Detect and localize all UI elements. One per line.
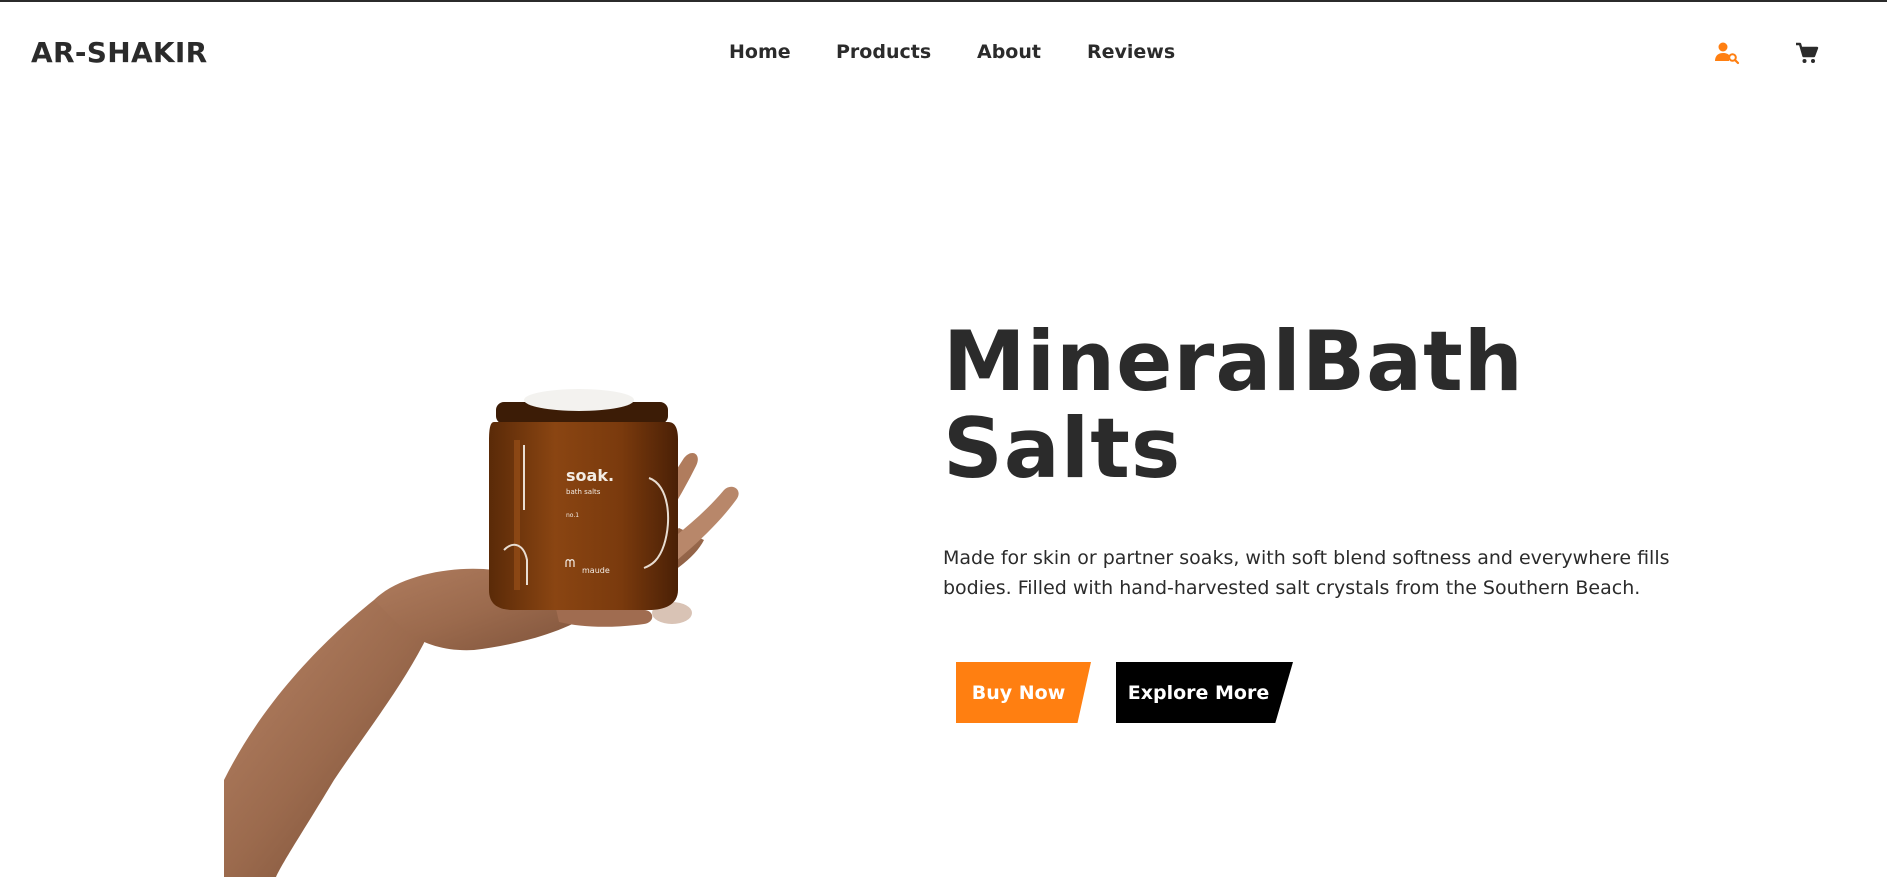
jar-label-subtitle: bath salts (566, 488, 601, 496)
hand-holding-jar-image: soak. bath salts no.1 maude (224, 360, 824, 877)
hero-title-line1: MineralBath (943, 313, 1524, 410)
jar-label-brand: maude (582, 566, 610, 575)
nav-products[interactable]: Products (836, 41, 931, 63)
top-border (0, 0, 1887, 2)
nav-home[interactable]: Home (729, 41, 791, 63)
jar-label-number: no.1 (566, 512, 579, 519)
explore-more-button[interactable]: Explore More (1116, 662, 1293, 723)
buy-now-button[interactable]: Buy Now (956, 662, 1091, 723)
hero-title: MineralBath Salts (943, 318, 1524, 492)
jar-label-name: soak. (566, 466, 614, 485)
brand-logo[interactable]: AR-SHAKIR (31, 36, 208, 69)
hero-description: Made for skin or partner soaks, with sof… (943, 547, 1670, 599)
nav-about[interactable]: About (977, 41, 1041, 63)
hero-title-line2: Salts (943, 400, 1182, 497)
nav-reviews[interactable]: Reviews (1087, 41, 1175, 63)
user-search-icon[interactable] (1714, 40, 1740, 66)
shopping-cart-icon[interactable] (1794, 40, 1820, 66)
